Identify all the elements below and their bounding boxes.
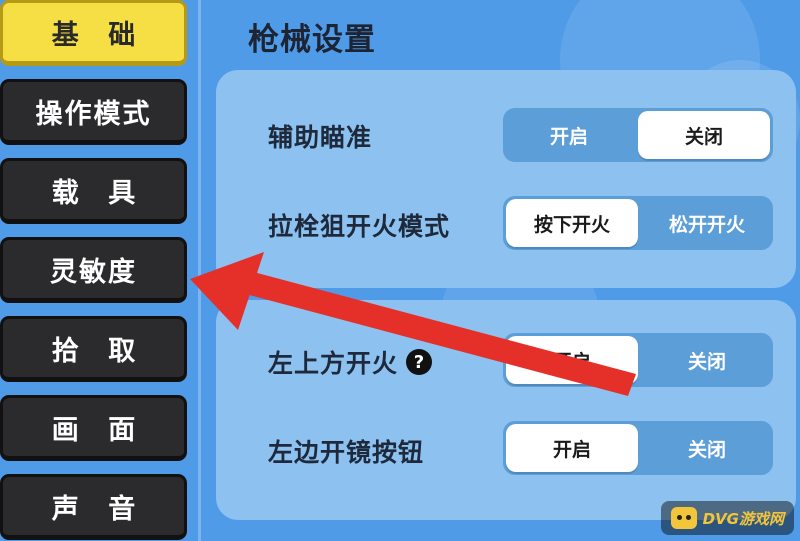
top-left-fire-toggle: 开启 关闭: [503, 333, 773, 387]
bolt-sniper-fire-mode-toggle: 按下开火 松开开火: [503, 196, 773, 250]
left-scope-on-option[interactable]: 开启: [506, 424, 638, 472]
setting-label-text: 左上方开火: [268, 349, 399, 378]
setting-label-text: 辅助瞄准: [268, 123, 373, 152]
sidebar-item-control-mode[interactable]: 操作模式: [0, 79, 187, 145]
setting-label-text: 拉栓狙开火模式: [268, 212, 451, 241]
aim-assist-off-option[interactable]: 关闭: [638, 111, 770, 159]
sidebar-item-graphics[interactable]: 画 面: [0, 395, 187, 461]
left-scope-button-toggle: 开启 关闭: [503, 421, 773, 475]
page-title: 枪械设置: [248, 22, 376, 58]
sidebar-item-basic[interactable]: 基 础: [0, 0, 187, 66]
fire-on-press-option[interactable]: 按下开火: [506, 199, 638, 247]
sidebar-item-pickup[interactable]: 拾 取: [0, 316, 187, 382]
setting-label-bolt-sniper-fire-mode: 拉栓狙开火模式: [268, 207, 450, 243]
sidebar-item-sensitivity[interactable]: 灵敏度: [0, 237, 187, 303]
sidebar-item-vehicle[interactable]: 载 具: [0, 158, 187, 224]
sidebar-divider: [198, 0, 201, 541]
gamepad-icon: [670, 507, 697, 529]
left-scope-off-option[interactable]: 关闭: [641, 421, 773, 475]
top-left-fire-off-option[interactable]: 关闭: [641, 333, 773, 387]
watermark: DVG游戏网: [660, 501, 794, 535]
top-left-fire-on-option[interactable]: 开启: [506, 336, 638, 384]
watermark-text: DVG游戏网: [702, 509, 784, 528]
help-icon[interactable]: ?: [406, 349, 433, 375]
sidebar-item-sound[interactable]: 声 音: [0, 474, 187, 540]
aim-assist-on-option[interactable]: 开启: [503, 108, 635, 162]
setting-label-aim-assist: 辅助瞄准: [268, 118, 372, 154]
aim-assist-toggle: 开启 关闭: [503, 108, 773, 162]
fire-on-release-option[interactable]: 松开开火: [641, 196, 773, 250]
setting-label-text: 左边开镜按钮: [268, 438, 425, 467]
settings-sidebar: 基 础 操作模式 载 具 灵敏度 拾 取 画 面 声 音: [0, 0, 192, 541]
setting-label-top-left-fire: 左上方开火 ?: [268, 344, 433, 380]
setting-label-left-scope-button: 左边开镜按钮: [268, 433, 424, 469]
settings-panel-top: [216, 70, 796, 288]
